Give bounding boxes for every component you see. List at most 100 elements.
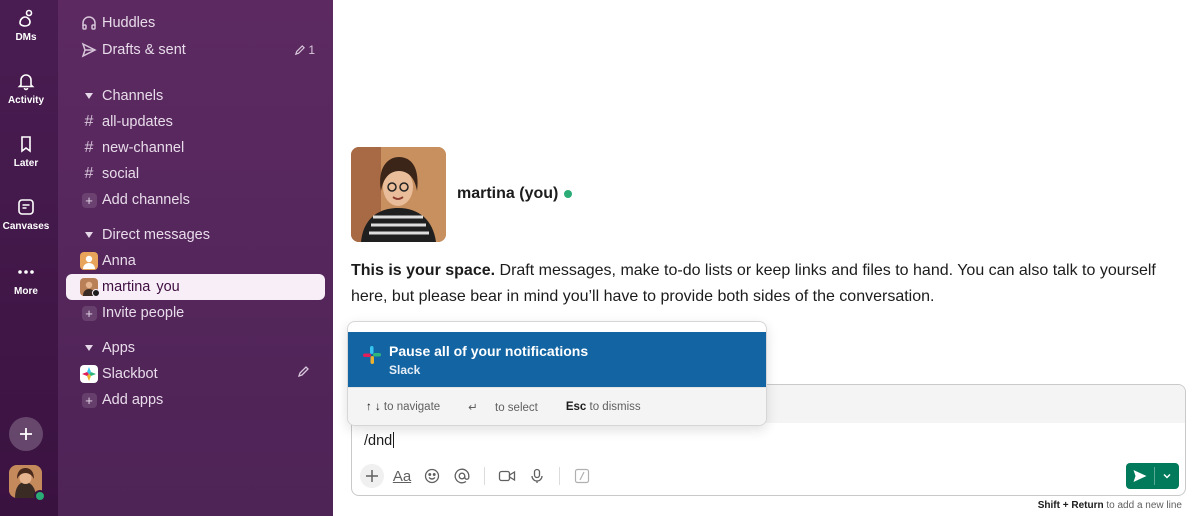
attach-button[interactable] xyxy=(360,464,384,488)
send-icon xyxy=(1133,470,1147,482)
schedule-send-button[interactable] xyxy=(1155,463,1179,489)
toolbar-divider xyxy=(484,467,485,485)
channel-name: social xyxy=(102,166,140,182)
add-channels-label: Add channels xyxy=(102,192,190,208)
sidebar-item-dm-anna[interactable]: Anna xyxy=(66,248,325,274)
message-input-value: /dnd xyxy=(364,433,393,449)
suggestion-title: Pause all of your notifications xyxy=(389,343,589,359)
rail-dms[interactable]: DMs xyxy=(0,8,52,43)
profile-photo[interactable] xyxy=(351,147,446,242)
you-label: you xyxy=(156,279,180,295)
slack-logo-icon xyxy=(363,346,381,364)
headphones-icon xyxy=(78,15,100,31)
channels-section-header[interactable]: Channels xyxy=(66,83,325,109)
section-label: Apps xyxy=(102,340,136,356)
caret-down-icon xyxy=(78,93,100,99)
pencil-icon[interactable] xyxy=(297,366,309,382)
formatting-button[interactable]: Aa xyxy=(390,464,414,488)
command-suggestion[interactable]: Pause all of your notifications Slack xyxy=(348,332,766,387)
video-clip-button[interactable] xyxy=(495,464,519,488)
slackbot-icon xyxy=(78,365,100,383)
navigate-keys: ↑ ↓ xyxy=(366,401,381,413)
channel-name: new-channel xyxy=(102,140,185,156)
select-hint: ↵ to select xyxy=(468,400,552,414)
sidebar-item-dm-martina[interactable]: martina you xyxy=(66,274,325,300)
plus-icon xyxy=(20,428,32,440)
dms-section-header[interactable]: Direct messages xyxy=(66,222,325,248)
text-caret xyxy=(393,432,395,448)
dm-name: martina xyxy=(102,279,151,295)
composer-toolbar: Aa xyxy=(360,463,594,489)
sidebar-item-label: Huddles xyxy=(102,15,156,31)
hash-icon: # xyxy=(84,139,94,156)
hint-text: to add a new line xyxy=(1106,500,1182,511)
avatar-icon xyxy=(78,252,100,270)
navigate-text: to navigate xyxy=(383,401,441,413)
add-channels-button[interactable]: + Add channels xyxy=(66,187,325,213)
rail-later[interactable]: Later xyxy=(0,134,52,169)
add-apps-label: Add apps xyxy=(102,392,164,408)
drafts-count: 1 xyxy=(308,43,315,57)
shortcuts-button[interactable] xyxy=(570,464,594,488)
bell-icon xyxy=(17,74,35,91)
rail-later-label: Later xyxy=(13,158,39,169)
invite-people-label: Invite people xyxy=(102,305,185,321)
toolbar-divider xyxy=(559,467,560,485)
sidebar-item-slackbot[interactable]: Slackbot xyxy=(66,361,325,387)
rail-canvases[interactable]: Canvases xyxy=(0,197,52,232)
mention-button[interactable] xyxy=(450,464,474,488)
hint-key: Shift + Return xyxy=(1037,500,1104,511)
select-key: ↵ xyxy=(468,402,478,414)
add-apps-button[interactable]: + Add apps xyxy=(66,387,325,413)
at-icon xyxy=(454,468,470,484)
rail-more-label: More xyxy=(14,286,38,297)
new-line-hint: Shift + Return to add a new line xyxy=(1038,500,1182,511)
send-button-group xyxy=(1126,463,1179,489)
intro-text: This is your space. Draft messages, make… xyxy=(351,258,1191,310)
slash-icon xyxy=(574,468,590,484)
sidebar-item-channel[interactable]: # all-updates xyxy=(66,109,325,135)
dms-icon xyxy=(19,9,33,27)
workspace-rail: DMs Activity Later Canvases More xyxy=(0,0,58,516)
plus-icon: + xyxy=(78,392,100,408)
online-status-icon xyxy=(564,190,572,198)
message-input[interactable]: /dnd xyxy=(364,432,395,449)
hash-icon: # xyxy=(84,113,94,130)
rail-activity-label: Activity xyxy=(7,95,45,106)
emoji-icon xyxy=(424,468,440,484)
sidebar: Huddles Drafts & sent 1 Channels # all-u… xyxy=(58,0,333,516)
app-name: Slackbot xyxy=(102,366,158,382)
suggestion-source: Slack xyxy=(389,363,421,377)
pencil-icon xyxy=(295,44,306,55)
chevron-down-icon xyxy=(1163,473,1171,479)
rail-activity[interactable]: Activity xyxy=(0,71,52,106)
sidebar-item-huddles[interactable]: Huddles xyxy=(66,10,325,36)
drafts-count-badge: 1 xyxy=(294,43,315,57)
dm-name: Anna xyxy=(102,253,136,269)
navigate-hint: ↑ ↓ to navigate xyxy=(366,401,454,413)
create-new-button[interactable] xyxy=(9,417,43,451)
emoji-button[interactable] xyxy=(420,464,444,488)
caret-down-icon xyxy=(78,232,100,238)
sidebar-item-drafts[interactable]: Drafts & sent 1 xyxy=(66,37,325,63)
video-icon xyxy=(498,470,516,482)
invite-people-button[interactable]: + Invite people xyxy=(66,300,325,326)
canvas-icon xyxy=(18,199,34,215)
intro-bold: This is your space. xyxy=(351,262,496,279)
formatting-icon: Aa xyxy=(392,467,412,485)
popup-footer: ↑ ↓ to navigate ↵ to select Esc to dismi… xyxy=(348,387,766,425)
plus-icon xyxy=(366,470,378,482)
more-icon xyxy=(18,270,34,274)
audio-clip-button[interactable] xyxy=(525,464,549,488)
slash-command-popup: Pause all of your notifications Slack ↑ … xyxy=(347,321,767,426)
plus-icon: + xyxy=(78,192,100,208)
dismiss-hint: Esc to dismiss xyxy=(566,401,655,413)
apps-section-header[interactable]: Apps xyxy=(66,335,325,361)
send-button[interactable] xyxy=(1126,463,1154,489)
profile-name[interactable]: martina (you) xyxy=(457,185,558,203)
sidebar-item-channel[interactable]: # new-channel xyxy=(66,135,325,161)
sidebar-item-channel[interactable]: # social xyxy=(66,161,325,187)
rail-more[interactable]: More xyxy=(0,262,52,297)
send-icon xyxy=(78,42,100,58)
section-label: Channels xyxy=(102,88,164,104)
